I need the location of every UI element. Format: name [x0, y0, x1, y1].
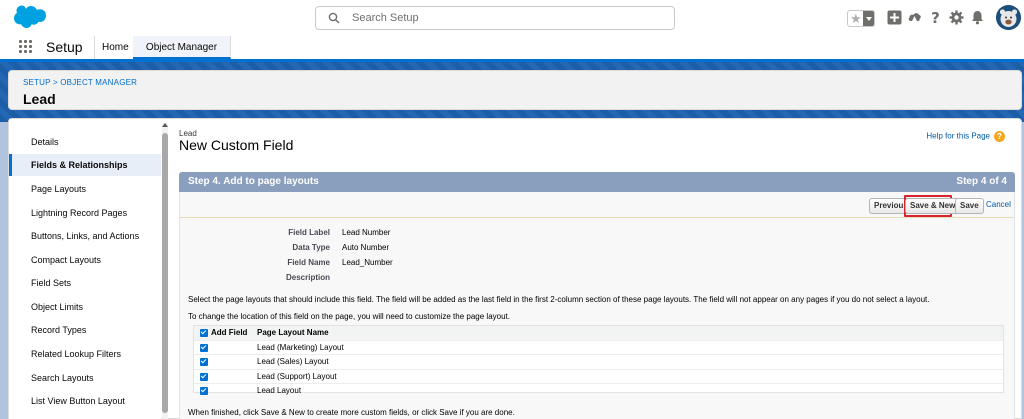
object-sidebar: Details Fields & Relationships Page Layo… [9, 119, 161, 419]
breadcrumb[interactable]: SETUP > OBJECT MANAGER [23, 78, 137, 87]
sidebar-item-search-layouts[interactable]: Search Layouts [9, 367, 161, 389]
layout-name: Lead (Support) Layout [257, 371, 337, 381]
layout-name: Lead (Sales) Layout [257, 357, 329, 366]
sidebar-item-compact-layouts[interactable]: Compact Layouts [9, 249, 161, 271]
sidebar-scrollbar[interactable] [162, 123, 168, 419]
layout-checkbox-sales[interactable] [200, 358, 208, 366]
instructions-text: Select the page layouts that should incl… [188, 295, 930, 304]
column-header-add-field: Add Field [211, 328, 248, 337]
table-row: Lead (Support) Layout [194, 370, 1003, 384]
favorites-star-icon: ★ [850, 11, 862, 26]
global-add-icon[interactable] [887, 10, 902, 25]
sidebar-item-fields-relationships[interactable]: Fields & Relationships [9, 154, 161, 176]
favorites-button[interactable]: ★ [847, 10, 875, 27]
save-new-button[interactable]: Save & New [905, 198, 961, 214]
step-header: Step 4. Add to page layouts Step 4 of 4 [179, 172, 1015, 192]
table-row: Lead (Marketing) Layout [194, 341, 1003, 355]
global-header: Search Setup ★ ? [0, 0, 1024, 36]
sidebar-item-field-sets[interactable]: Field Sets [9, 272, 161, 294]
scroll-up-icon[interactable] [162, 123, 168, 127]
sidebar-item-lightning-record-pages[interactable]: Lightning Record Pages [9, 202, 161, 224]
step-title: Step 4. Add to page layouts [188, 176, 319, 187]
astro-avatar-icon [996, 5, 1021, 30]
data-type-value: Auto Number [342, 243, 390, 252]
app-launcher-icon[interactable] [19, 40, 33, 54]
sidebar-item-page-layouts[interactable]: Page Layouts [9, 178, 161, 200]
step-number: Step 4 of 4 [956, 176, 1007, 187]
sidebar-item-details[interactable]: Details [9, 131, 161, 153]
salesforce-logo[interactable] [11, 5, 47, 30]
sidebar-item-related-lookup-filters[interactable]: Related Lookup Filters [9, 343, 161, 365]
app-name: Setup [46, 39, 83, 55]
svg-text:?: ? [931, 10, 940, 25]
field-name-value: Lead_Number [342, 258, 393, 267]
layout-checkbox-marketing[interactable] [200, 343, 208, 352]
button-row: Previous Save & New Save Cancel [180, 192, 1014, 218]
help-link[interactable]: Help for this Page? [926, 131, 1005, 142]
table-header-row: Add Field Page Layout Name [194, 326, 1003, 341]
field-label-label: Field Label [288, 228, 330, 237]
layout-checkbox-support[interactable] [200, 372, 208, 381]
description-label: Description [285, 273, 330, 282]
app-nav-bar: Setup Home Object Manager [0, 36, 1024, 62]
sidebar-item-record-types[interactable]: Record Types [9, 319, 161, 341]
data-type-label: Data Type [292, 243, 330, 252]
sidebar-item-object-limits[interactable]: Object Limits [9, 296, 161, 318]
select-all-checkbox[interactable] [200, 329, 208, 337]
layout-name: Lead Layout [257, 386, 302, 395]
save-button[interactable]: Save [955, 198, 984, 214]
scrollbar-thumb[interactable] [162, 133, 168, 413]
help-link-label[interactable]: Help for this Page [926, 132, 990, 141]
step-panel: Previous Save & New Save Cancel Field La… [179, 192, 1015, 419]
object-header: SETUP > OBJECT MANAGER Lead [8, 70, 1022, 110]
sidebar-item-buttons-links-actions[interactable]: Buttons, Links, and Actions [9, 225, 161, 247]
tab-object-manager[interactable]: Object Manager [133, 36, 231, 59]
page-heading: New Custom Field [179, 137, 294, 153]
column-header-layout-name: Page Layout Name [257, 328, 329, 337]
avatar[interactable] [996, 5, 1021, 30]
cancel-link[interactable]: Cancel [986, 200, 1011, 209]
search-icon [328, 12, 340, 24]
main-card: Details Fields & Relationships Page Layo… [8, 118, 1022, 419]
tab-home[interactable]: Home [94, 36, 137, 59]
table-row: Lead (Sales) Layout [194, 355, 1003, 370]
notification-bell-icon[interactable] [970, 10, 985, 25]
page-title: Lead [23, 91, 56, 107]
search-placeholder: Search Setup [352, 12, 419, 24]
layout-checkbox-lead[interactable] [200, 387, 208, 395]
favorites-dropdown-icon[interactable] [863, 11, 874, 26]
help-icon[interactable]: ? [928, 10, 943, 25]
layout-name: Lead (Marketing) Layout [257, 342, 344, 352]
setup-gear-icon[interactable] [949, 10, 964, 25]
field-label-value: Lead Number [342, 228, 391, 237]
customize-layout-text: To change the location of this field on … [188, 312, 510, 321]
search-input[interactable]: Search Setup [315, 6, 675, 30]
content-area: Lead New Custom Field Help for this Page… [179, 119, 1015, 419]
page-layouts-table: Add Field Page Layout Name Lead (Marketi… [193, 325, 1004, 395]
field-name-label: Field Name [287, 258, 330, 267]
table-row: Lead Layout [194, 384, 1003, 399]
finish-instructions: When finished, click Save & New to creat… [188, 408, 515, 417]
sidebar-item-list-view-button-layout[interactable]: List View Button Layout [9, 390, 161, 412]
trailhead-icon[interactable] [907, 10, 922, 25]
help-icon[interactable]: ? [994, 131, 1005, 142]
